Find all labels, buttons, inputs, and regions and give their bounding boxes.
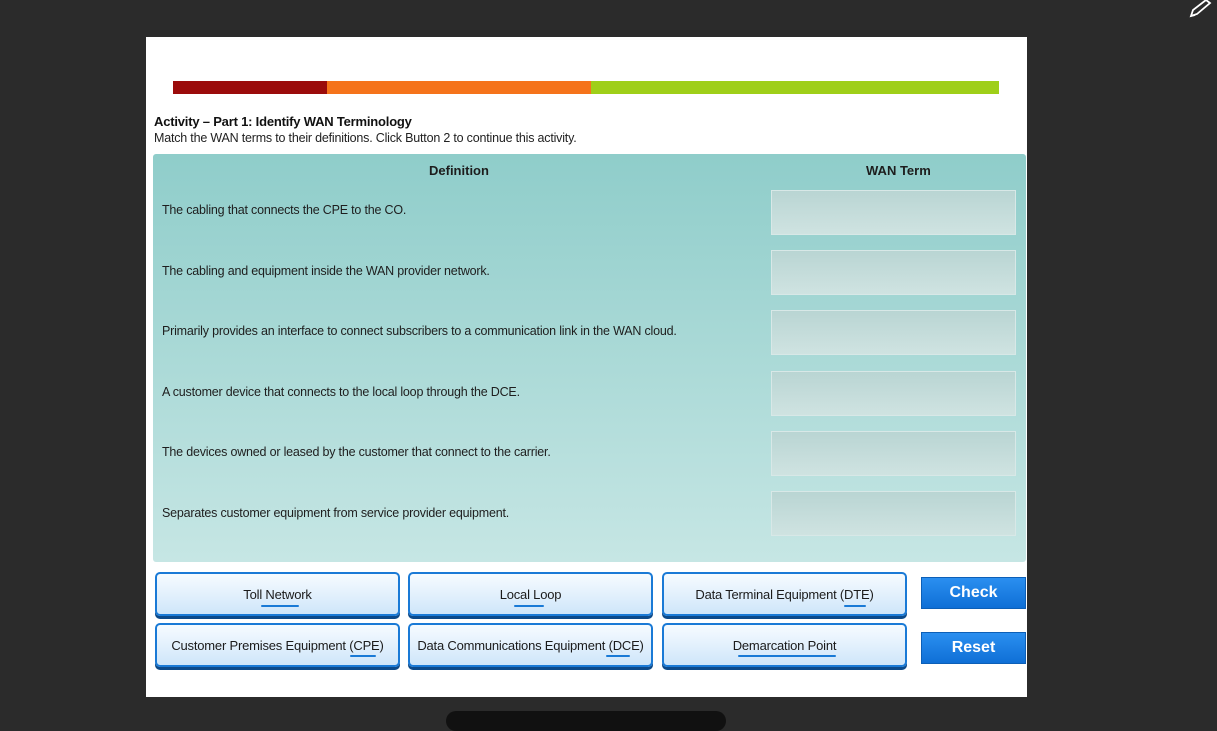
term-label: Customer Premises Equipment (CPE) — [171, 637, 384, 653]
term-drop-slot[interactable] — [771, 371, 1016, 416]
definition-text: A customer device that connects to the l… — [162, 385, 520, 399]
activity-slide: Activity – Part 1: Identify WAN Terminol… — [146, 37, 1027, 697]
color-bar-red — [173, 81, 327, 94]
term-drop-slot[interactable] — [771, 190, 1016, 235]
term-drop-slot[interactable] — [771, 310, 1016, 355]
bottom-toolbar-pill[interactable] — [446, 711, 726, 731]
term-cpe[interactable]: Customer Premises Equipment (CPE) — [155, 623, 400, 667]
definition-text: The devices owned or leased by the custo… — [162, 445, 551, 459]
term-demarcation-point[interactable]: Demarcation Point — [662, 623, 907, 667]
activity-title: Activity – Part 1: Identify WAN Terminol… — [154, 114, 412, 129]
term-drop-slot[interactable] — [771, 431, 1016, 476]
color-bar-green — [591, 81, 999, 94]
ink-underline — [738, 655, 836, 657]
term-drop-slot[interactable] — [771, 491, 1016, 536]
term-drop-slot[interactable] — [771, 250, 1016, 295]
definition-text: Primarily provides an interface to conne… — [162, 324, 677, 338]
term-toll-network[interactable]: Toll Network — [155, 572, 400, 616]
ink-underline — [844, 605, 866, 607]
term-dce[interactable]: Data Communications Equipment (DCE) — [408, 623, 653, 667]
term-local-loop[interactable]: Local Loop — [408, 572, 653, 616]
term-label: Data Communications Equipment (DCE) — [417, 637, 644, 653]
term-label: Demarcation Point — [732, 637, 837, 653]
ink-underline — [606, 655, 630, 657]
definition-text: The cabling that connects the CPE to the… — [162, 203, 407, 217]
ink-underline — [261, 605, 299, 607]
reset-button[interactable]: Reset — [921, 632, 1026, 664]
check-button[interactable]: Check — [921, 577, 1026, 609]
header-color-bar — [173, 81, 999, 94]
definition-header: Definition — [429, 163, 489, 178]
definition-text: The cabling and equipment inside the WAN… — [162, 264, 490, 278]
ink-underline — [350, 655, 376, 657]
color-bar-orange — [327, 81, 591, 94]
term-label: Toll Network — [243, 586, 312, 602]
definition-text: Separates customer equipment from servic… — [162, 506, 509, 520]
term-label: Local Loop — [499, 586, 562, 602]
term-label: Data Terminal Equipment (DTE) — [695, 586, 874, 602]
matching-table: Definition WAN Term The cabling that con… — [153, 154, 1026, 562]
wan-term-header: WAN Term — [866, 163, 931, 178]
ink-underline — [514, 605, 544, 607]
term-dte[interactable]: Data Terminal Equipment (DTE) — [662, 572, 907, 616]
pen-icon[interactable] — [1186, 0, 1214, 18]
activity-instructions: Match the WAN terms to their definitions… — [154, 131, 577, 145]
